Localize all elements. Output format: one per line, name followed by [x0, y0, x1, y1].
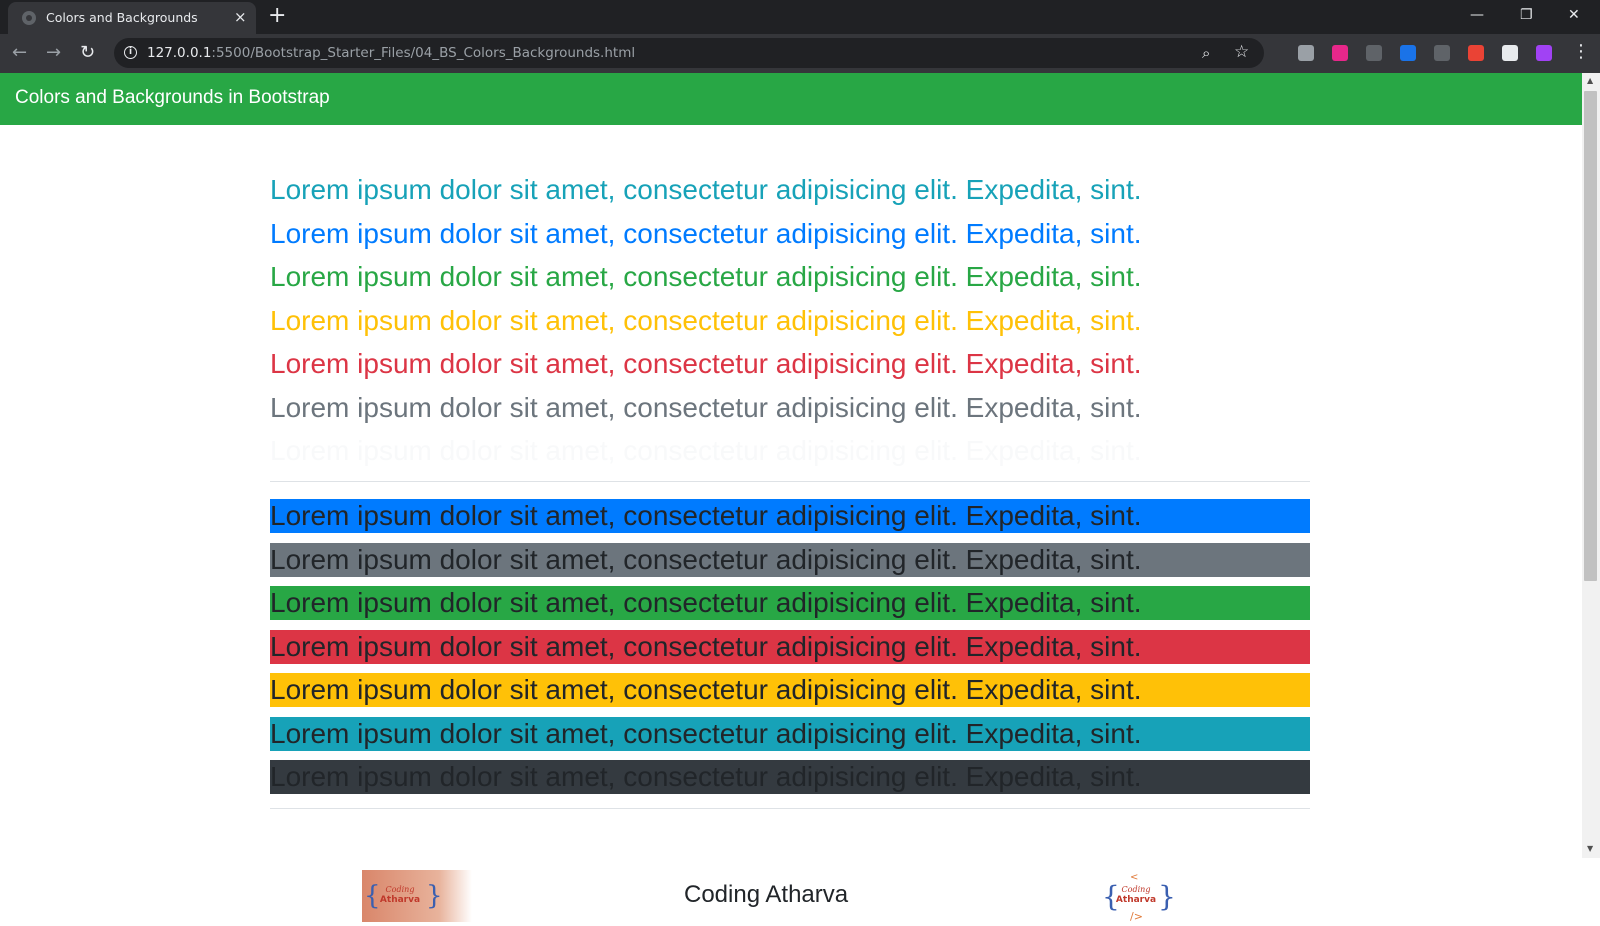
scroll-thumb[interactable] — [1584, 91, 1597, 581]
extension-8-icon[interactable] — [1536, 45, 1552, 61]
browser-tab[interactable]: Colors and Backgrounds × — [8, 2, 256, 34]
extension-1-icon[interactable] — [1298, 45, 1314, 61]
url-text[interactable]: 127.0.0.1:5500/Bootstrap_Starter_Files/0… — [147, 45, 635, 61]
navbar-brand[interactable]: Colors and Backgrounds in Bootstrap — [15, 87, 330, 109]
info-icon[interactable]: i — [124, 46, 137, 59]
bg-color-line: Lorem ipsum dolor sit amet, consectetur … — [270, 586, 1310, 620]
page-scrollbar[interactable]: ▲ ▼ — [1582, 73, 1600, 858]
text-color-line: Lorem ipsum dolor sit amet, consectetur … — [270, 435, 1142, 466]
extension-6-icon[interactable] — [1468, 45, 1484, 61]
bg-color-line: Lorem ipsum dolor sit amet, consectetur … — [270, 499, 1310, 533]
reload-icon[interactable]: ↻ — [80, 42, 95, 64]
extension-5-icon[interactable] — [1434, 45, 1450, 61]
coding-atharva-logo-right: < { } Coding Atharva /> — [1100, 868, 1210, 923]
back-arrow-icon[interactable]: ← — [12, 42, 27, 64]
svg-text:{: { — [364, 881, 381, 911]
minimize-button[interactable]: — — [1470, 6, 1484, 24]
divider — [270, 481, 1310, 482]
coding-atharva-logo-left: { } Coding Atharva — [362, 870, 472, 922]
new-tab-button[interactable]: + — [268, 4, 286, 28]
restore-button[interactable]: ❐ — [1520, 6, 1533, 24]
svg-text:Atharva: Atharva — [1116, 895, 1156, 905]
divider — [270, 808, 1310, 809]
extension-3-icon[interactable] — [1366, 45, 1382, 61]
bookmark-star-icon[interactable]: ☆ — [1234, 42, 1249, 62]
zoom-icon[interactable]: ⌕ — [1202, 44, 1210, 62]
text-color-line: Lorem ipsum dolor sit amet, consectetur … — [270, 304, 1142, 336]
close-tab-icon[interactable]: × — [234, 9, 247, 25]
bg-color-line: Lorem ipsum dolor sit amet, consectetur … — [270, 673, 1310, 707]
bg-color-line: Lorem ipsum dolor sit amet, consectetur … — [270, 629, 1310, 664]
address-bar[interactable]: i 127.0.0.1:5500/Bootstrap_Starter_Files… — [114, 38, 1264, 68]
text-color-line: Lorem ipsum dolor sit amet, consectetur … — [270, 217, 1142, 249]
svg-text:<: < — [1130, 872, 1138, 883]
forward-arrow-icon[interactable]: → — [46, 42, 61, 64]
bg-color-line: Lorem ipsum dolor sit amet, consectetur … — [270, 542, 1310, 577]
browser-toolbar: ← → ↻ i 127.0.0.1:5500/Bootstrap_Starter… — [0, 34, 1600, 73]
text-color-line: Lorem ipsum dolor sit amet, consectetur … — [270, 348, 1142, 379]
close-window-button[interactable]: ✕ — [1568, 6, 1580, 24]
extension-7-icon[interactable] — [1502, 45, 1518, 61]
navbar: Colors and Backgrounds in Bootstrap — [0, 73, 1582, 125]
tab-title: Colors and Backgrounds — [46, 10, 198, 25]
svg-text:Coding: Coding — [386, 885, 415, 894]
text-color-line: Lorem ipsum dolor sit amet, consectetur … — [270, 391, 1142, 423]
text-color-line: Lorem ipsum dolor sit amet, consectetur … — [270, 174, 1142, 205]
extension-2-icon[interactable] — [1332, 45, 1348, 61]
svg-text:}: } — [426, 881, 443, 911]
footer-brand: Coding Atharva — [684, 881, 849, 908]
svg-text:}: } — [1158, 880, 1176, 913]
scroll-up-icon[interactable]: ▲ — [1587, 76, 1593, 85]
svg-text:Coding: Coding — [1122, 885, 1151, 894]
bg-color-line: Lorem ipsum dolor sit amet, consectetur … — [270, 716, 1310, 751]
scroll-down-icon[interactable]: ▼ — [1587, 844, 1593, 853]
svg-text:/>: /> — [1130, 910, 1143, 922]
svg-text:Atharva: Atharva — [380, 895, 420, 905]
browser-menu-icon[interactable]: ⋮ — [1572, 42, 1590, 62]
globe-icon — [22, 11, 36, 25]
browser-tab-bar: Colors and Backgrounds × + — ❐ ✕ — [0, 0, 1600, 34]
bg-color-line: Lorem ipsum dolor sit amet, consectetur … — [270, 760, 1310, 794]
text-color-line: Lorem ipsum dolor sit amet, consectetur … — [270, 261, 1142, 292]
extension-4-icon[interactable] — [1400, 45, 1416, 61]
